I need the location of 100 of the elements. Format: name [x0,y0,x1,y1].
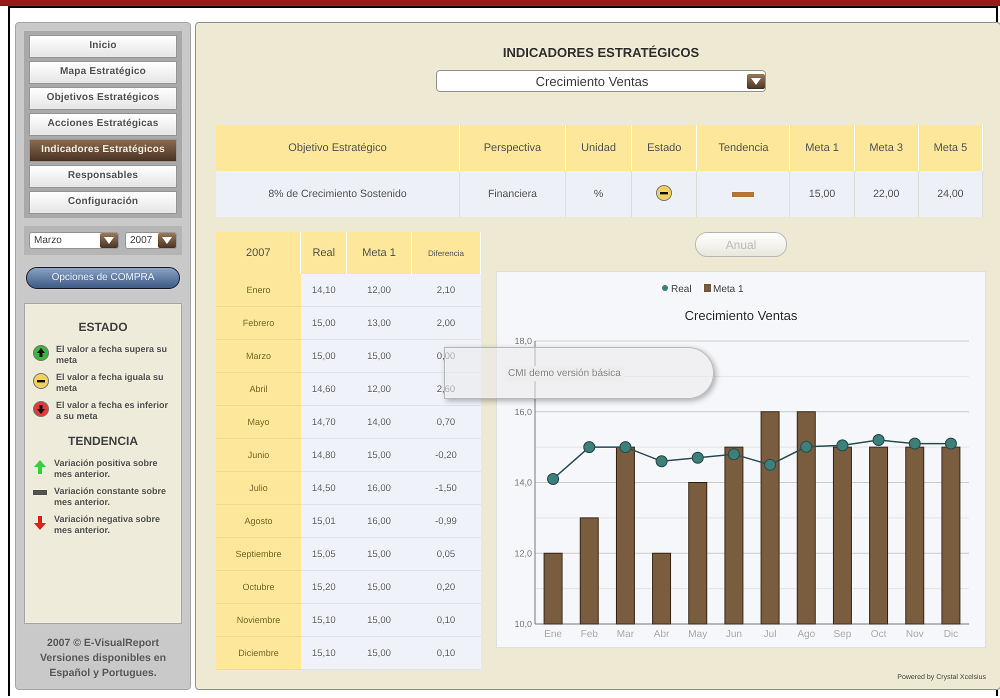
down-arrow-icon [33,514,47,531]
table-cell: 2,00 [411,306,480,340]
column-header: Tendencia [696,125,790,171]
legend-text: Variación positiva sobre mes anterior. [54,458,159,480]
table-cell: Financiera [460,171,566,217]
data-point [619,441,632,454]
dash-icon [33,490,47,495]
row-header: Marzo [216,340,301,372]
data-point [944,438,957,450]
footer-text: 2007 © E-VisualReport [46,636,160,651]
table-cell: 22,00 [854,171,918,217]
table-cell: 14,60 [300,372,347,406]
x-tick-label: Ago [797,629,816,640]
x-tick-label: Jul [764,629,776,640]
data-point [547,472,560,485]
legend-text: Variación constante sobre mes anterior. [54,486,168,508]
column-header: Real [300,232,347,274]
x-tick-label: Jun [726,629,742,640]
nav-button[interactable]: Mapa Estratégico [29,61,177,84]
data-point [583,441,596,454]
table-cell: 14,80 [300,438,347,472]
footer-text: Versiones disponibles en [38,651,168,666]
x-tick-label: Ene [544,629,562,640]
column-header: Meta 5 [918,125,982,171]
table-cell: 0,05 [411,538,480,570]
row-header: Mayo [216,406,301,438]
row-header: Febrero [216,306,301,340]
nav-button[interactable]: Indicadores Estratégicos [29,139,177,162]
year-dropdown[interactable]: 2007 [125,232,177,249]
x-tick-label: Nov [906,629,924,640]
legend-item: Real [662,284,692,295]
table-cell: 14,10 [300,274,347,306]
nav-button[interactable]: Configuración [29,191,177,214]
table-cell: 0,10 [411,636,480,670]
table-cell: 15,01 [300,504,347,538]
data-point [872,434,885,446]
legend-text: El valor a fecha iguala su meta [56,372,165,394]
caret-icon[interactable] [158,233,176,248]
row-header: Octubre [216,570,301,604]
table-cell: -0,99 [411,504,480,538]
nav-button[interactable]: Responsables [29,165,177,188]
data-point [908,438,921,450]
legend-text: Variación negativa sobre mes anterior. [54,514,162,536]
column-header: Estado [632,125,697,171]
nav-button[interactable]: Objetivos Estratégicos [29,87,177,110]
y-tick-label: 14,0 [514,478,532,488]
x-tick-label: Dic [944,629,958,640]
table-cell: 15,00 [300,306,347,340]
footer-text: Español y Portugues. [48,666,158,681]
table-cell: 14,70 [300,406,347,438]
purchase-options-button[interactable]: Opciones de COMPRA [26,267,180,289]
table-cell: 24,00 [918,171,982,217]
table-cell: 13,00 [346,306,412,340]
status-down-icon [33,400,49,417]
table-cell: 0,10 [411,604,480,636]
x-tick-label: Oct [870,629,886,640]
x-tick-label: May [688,629,708,640]
caret-icon[interactable] [100,233,118,248]
row-header: Enero [216,274,301,306]
table-cell: 2,10 [411,274,480,306]
x-tick-label: Abr [654,629,670,640]
status-equal-icon [33,372,49,389]
table-cell: 12,00 [346,274,412,306]
table-cell: 15,05 [300,538,347,570]
table-cell: 16,00 [346,472,412,504]
column-header: Perspectiva [460,125,566,171]
up-arrow-icon [33,458,47,475]
table-cell: 15,10 [300,636,347,670]
bar [652,552,672,624]
data-point [764,458,776,471]
column-header: Meta 1 [346,232,412,274]
data-point [800,440,812,453]
month-dropdown[interactable]: Marzo [29,232,119,249]
table-cell: 15,00 [300,340,347,372]
table-cell: 8% de Crecimiento Sostenido [216,171,460,217]
column-header: Meta 1 [790,125,854,171]
table-cell: 15,10 [300,604,347,636]
table-cell: 12,00 [346,372,412,406]
bar [544,552,563,624]
legend-text: El valor a fecha es inferior a su meta [56,400,170,422]
column-header: Objetivo Estratégico [216,125,460,171]
caret-icon[interactable] [747,74,765,88]
demo-text: CMI demo versión básica [505,366,624,380]
nav-button[interactable]: Inicio [29,35,177,58]
row-header: Diciembre [216,636,301,670]
table-cell: 15,00 [346,604,412,636]
y-tick-label: 18,0 [514,336,532,346]
table-cell: 15,00 [346,340,412,372]
legend-title: ESTADO [77,320,129,334]
table-cell: 15,00 [346,438,412,472]
table-cell: 0,20 [411,570,480,604]
page-title: INDICADORES ESTRATÉGICOS [502,45,700,60]
indicator-dropdown[interactable]: Crecimiento Ventas [436,70,766,92]
chart-title: Crecimiento Ventas [684,308,798,323]
table-cell: 15,00 [790,171,854,217]
legend-item: Meta 1 [704,284,744,295]
x-tick-label: Feb [580,629,598,640]
row-header: Abril [216,372,301,406]
nav-button[interactable]: Acciones Estratégicas [29,113,177,136]
data-point [692,452,704,464]
